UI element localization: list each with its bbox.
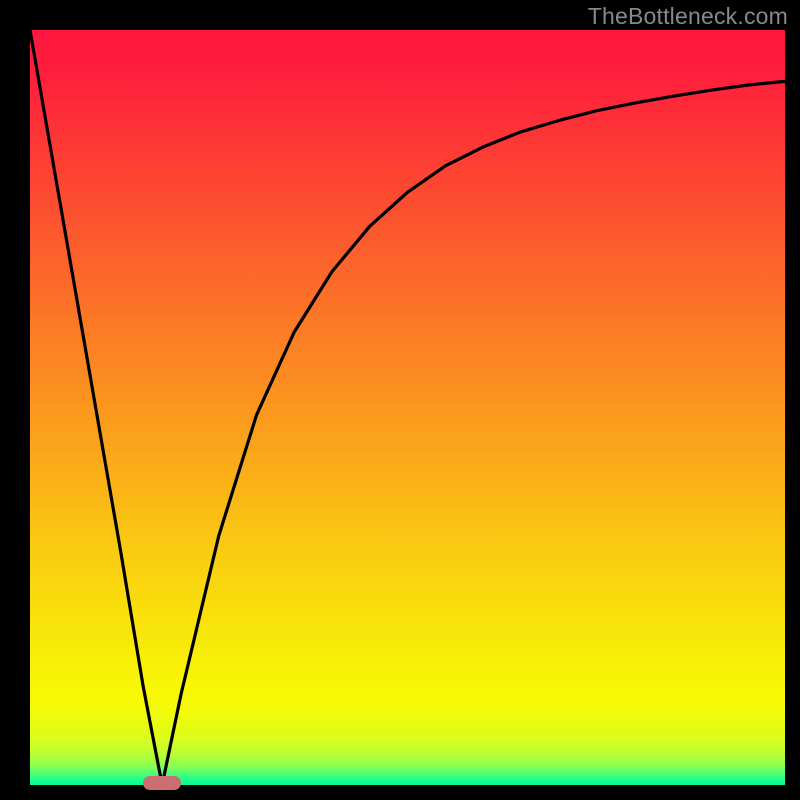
- plot-area: [30, 30, 785, 785]
- bottleneck-curve: [30, 30, 785, 785]
- optimal-point-marker: [143, 776, 181, 790]
- chart-frame: TheBottleneck.com: [0, 0, 800, 800]
- watermark-text: TheBottleneck.com: [588, 3, 788, 30]
- curve-svg: [30, 30, 785, 785]
